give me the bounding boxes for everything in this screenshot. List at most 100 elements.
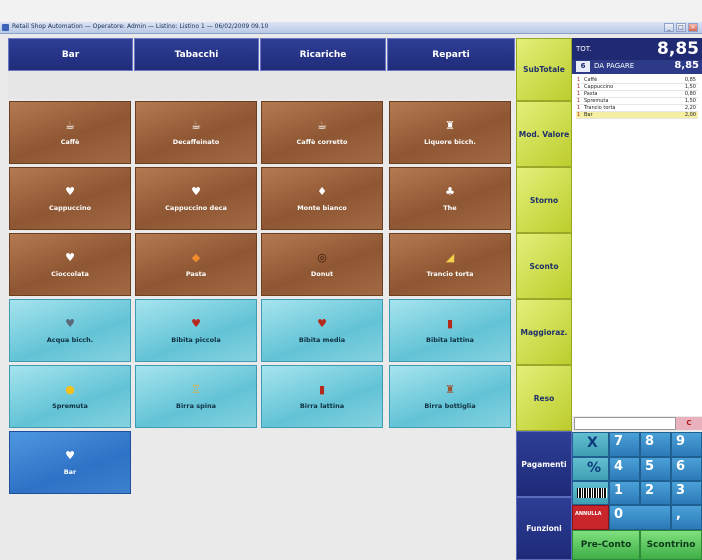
juice-glass-icon: ●: [65, 382, 75, 396]
subtotale-button[interactable]: SubTotale: [516, 38, 572, 101]
item-label: Bibita lattina: [426, 335, 474, 344]
to-pay-label: DA PAGARE: [594, 62, 635, 70]
receipt-line[interactable]: 1 Cappuccino 1,50: [576, 84, 698, 91]
item-button-caffe-corretto[interactable]: ☕ Caffè corretto: [261, 101, 383, 164]
dessert-cup-icon: ♦: [317, 184, 327, 198]
category-tab-reparti[interactable]: Reparti: [387, 38, 515, 71]
multiply-key[interactable]: X: [572, 432, 609, 457]
to-pay-value: 8,85: [674, 60, 699, 71]
item-label: Caffè: [60, 137, 80, 146]
app-icon: [2, 24, 9, 31]
pagamenti-button[interactable]: Pagamenti: [516, 431, 572, 497]
key-3[interactable]: 3: [671, 481, 702, 505]
receipt-line[interactable]: 1 Spremuta 1,50: [576, 98, 698, 105]
key-9[interactable]: 9: [671, 432, 702, 457]
beer-bottle-icon: ♜: [445, 382, 455, 396]
item-button-decaffeinato[interactable]: ☕ Decaffeinato: [135, 101, 257, 164]
maximize-icon[interactable]: □: [676, 23, 686, 32]
key-0[interactable]: 0: [609, 505, 671, 530]
minimize-icon[interactable]: _: [664, 23, 674, 32]
item-button-cappuccino-deca[interactable]: ♥ Cappuccino deca: [135, 167, 257, 230]
item-button-spremuta[interactable]: ● Spremuta: [9, 365, 131, 428]
funzioni-button[interactable]: Funzioni: [516, 497, 572, 560]
item-label: Birra lattina: [299, 401, 345, 410]
cappuccino-cup-icon: ♥: [65, 184, 75, 198]
item-button-monte-bianco[interactable]: ♦ Monte bianco: [261, 167, 383, 230]
item-button-cioccolata[interactable]: ♥ Cioccolata: [9, 233, 131, 296]
key-7[interactable]: 7: [609, 432, 640, 457]
receipt-empty-area: [572, 148, 702, 416]
sconto-button[interactable]: Sconto: [516, 233, 572, 299]
item-label: Acqua bicch.: [46, 335, 94, 344]
item-label: Birra bottiglia: [424, 401, 476, 410]
item-label: Cappuccino: [48, 203, 92, 212]
item-label: Bar: [63, 467, 77, 476]
preconto-button[interactable]: Pre-Conto: [572, 530, 640, 560]
scontrino-button[interactable]: Scontrino: [640, 530, 702, 560]
total-row: TOT. 8,85: [572, 38, 702, 60]
key-5[interactable]: 5: [640, 457, 671, 481]
item-label: Pasta: [185, 269, 207, 278]
mod-valore-button[interactable]: Mod. Valore: [516, 101, 572, 167]
item-button-pasta[interactable]: ◆ Pasta: [135, 233, 257, 296]
item-label: Trancio torta: [426, 269, 474, 278]
item-button-birra-bottiglia[interactable]: ♜ Birra bottiglia: [389, 365, 511, 428]
category-tab-tabacchi[interactable]: Tabacchi: [134, 38, 259, 71]
item-button-bibita-piccola[interactable]: ♥ Bibita piccola: [135, 299, 257, 362]
item-button-donut[interactable]: ◎ Donut: [261, 233, 383, 296]
key-1[interactable]: 1: [609, 481, 640, 505]
receipt-line[interactable]: 1 Pasta 0,80: [576, 91, 698, 98]
barcode-key[interactable]: [572, 481, 609, 505]
storno-button[interactable]: Storno: [516, 167, 572, 233]
item-label: Bibita media: [298, 335, 346, 344]
percent-key[interactable]: %: [572, 457, 609, 481]
item-label: Caffè corretto: [296, 137, 348, 146]
top-margin: [0, 0, 702, 22]
item-button-bibita-media[interactable]: ♥ Bibita media: [261, 299, 383, 362]
beer-mug-icon: ♖: [191, 382, 201, 396]
category-tab-bar[interactable]: Bar: [8, 38, 133, 71]
receipt-panel: TOT. 8,85 6 DA PAGARE 8,85 1 Caffè 0,85 …: [572, 38, 702, 148]
receipt-line[interactable]: 1 Trancio torta 2,20: [576, 105, 698, 112]
item-button-birra-spina[interactable]: ♖ Birra spina: [135, 365, 257, 428]
maggioraz-button[interactable]: Maggioraz.: [516, 299, 572, 365]
coffee-cup-icon: ☕: [65, 118, 75, 132]
annulla-key[interactable]: ANNULLA: [572, 505, 609, 530]
decimal-key[interactable]: ,: [671, 505, 702, 530]
item-label: Spremuta: [52, 401, 88, 410]
item-button-caffe[interactable]: ☕ Caffè: [9, 101, 131, 164]
pastry-icon: ◆: [191, 250, 201, 264]
key-6[interactable]: 6: [671, 457, 702, 481]
item-label: Donut: [310, 269, 334, 278]
total-value: 8,85: [657, 39, 699, 59]
soda-cup-icon: ♥: [317, 316, 327, 330]
quantity-input[interactable]: [574, 417, 676, 430]
item-button-acqua-bicch[interactable]: ♥ Acqua bicch.: [9, 299, 131, 362]
liquor-bottle-icon: ♜: [445, 118, 455, 132]
window-title: Retail Shop Automation — Operatore: Admi…: [12, 23, 269, 30]
item-button-bar[interactable]: ♥ Bar: [9, 431, 131, 494]
receipt-line-selected[interactable]: 1 Bar 2,00: [576, 112, 698, 119]
item-button-the[interactable]: ♣ The: [389, 167, 511, 230]
cappuccino-cup-icon: ♥: [191, 184, 201, 198]
item-button-birra-lattina[interactable]: ▮ Birra lattina: [261, 365, 383, 428]
item-count: 6: [576, 61, 590, 72]
item-button-trancio-torta[interactable]: ◢ Trancio torta: [389, 233, 511, 296]
key-8[interactable]: 8: [640, 432, 671, 457]
receipt-line[interactable]: 1 Caffè 0,85: [576, 77, 698, 84]
item-button-liquore-bicch[interactable]: ♜ Liquore bicch.: [389, 101, 511, 164]
category-tab-ricariche[interactable]: Ricariche: [260, 38, 386, 71]
item-button-bibita-lattina[interactable]: ▮ Bibita lattina: [389, 299, 511, 362]
window-titlebar: Retail Shop Automation — Operatore: Admi…: [0, 22, 702, 34]
close-icon[interactable]: ×: [688, 23, 698, 32]
clear-button[interactable]: C: [676, 417, 702, 430]
key-2[interactable]: 2: [640, 481, 671, 505]
reso-button[interactable]: Reso: [516, 365, 572, 431]
subcategory-strip: [8, 71, 515, 99]
key-4[interactable]: 4: [609, 457, 640, 481]
bar-glass-icon: ♥: [65, 448, 75, 462]
to-pay-row: 6 DA PAGARE 8,85: [572, 60, 702, 74]
item-label: Decaffeinato: [172, 137, 220, 146]
item-button-cappuccino[interactable]: ♥ Cappuccino: [9, 167, 131, 230]
barcode-icon: [577, 488, 607, 498]
